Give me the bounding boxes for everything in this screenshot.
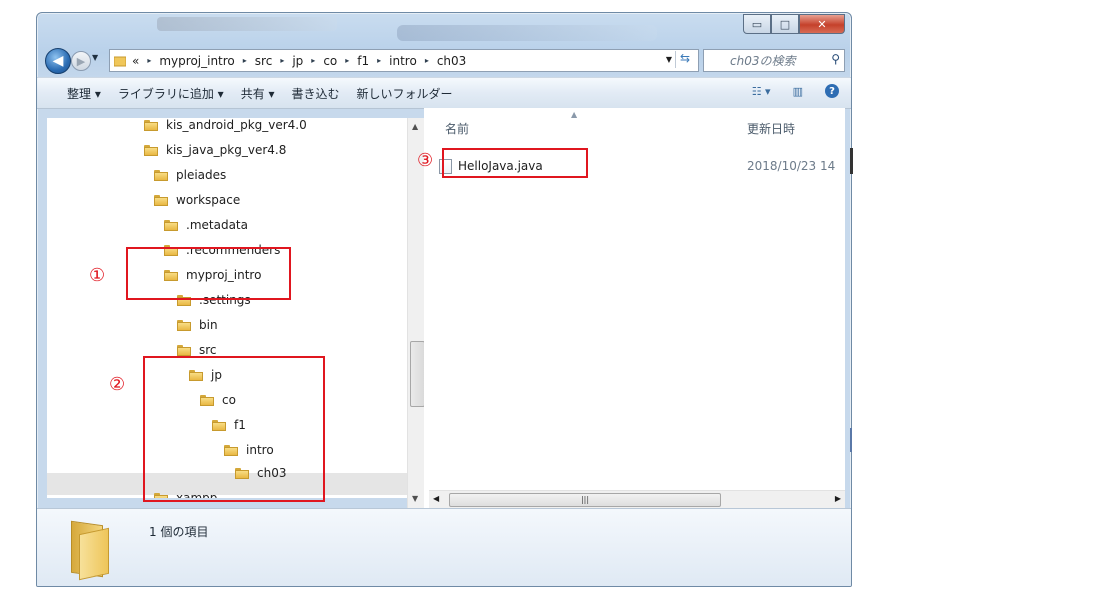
address-bar[interactable]: « ▸ myproj_intro ▸ src ▸ jp ▸ co ▸ f1 ▸ intro ▸ ch03 … [109, 49, 699, 72]
chevron-right-icon[interactable]: ▸ [345, 56, 349, 65]
breadcrumb-item[interactable]: intro [389, 54, 417, 68]
chevron-right-icon[interactable]: ▸ [311, 56, 315, 65]
breadcrumb-item[interactable]: src [255, 54, 273, 68]
arrow-right-icon: ▶ [76, 54, 86, 68]
tree-item-label: kis_android_pkg_ver4.0 [166, 118, 307, 132]
scroll-down-arrow[interactable]: ▼ [412, 494, 418, 503]
tree-item[interactable]: workspace [154, 189, 240, 211]
breadcrumb-item[interactable]: jp [292, 54, 303, 68]
breadcrumb-item[interactable]: myproj_intro [159, 54, 234, 68]
column-name-label: 名前 [445, 121, 470, 136]
tree-item-label: .metadata [186, 218, 248, 232]
column-modified-label: 更新日時 [747, 121, 796, 136]
tree-item[interactable]: kis_java_pkg_ver4.8 [144, 139, 286, 161]
sort-indicator-icon: ▲ [571, 110, 578, 119]
breadcrumb-item[interactable]: ch03 [437, 54, 466, 68]
item-count: 1 個の項目 [149, 525, 209, 539]
breadcrumb-item[interactable]: co [323, 54, 337, 68]
chevron-right-icon[interactable]: ▸ [147, 56, 151, 65]
column-header-name[interactable]: 名前 [445, 116, 469, 140]
scroll-up-arrow[interactable]: ▲ [412, 122, 418, 131]
chevron-right-icon[interactable]: ▸ [280, 56, 284, 65]
maximize-button[interactable]: □ [771, 14, 799, 34]
view-options-icon[interactable]: ☷ ▾ [752, 85, 771, 98]
tree-item-label: workspace [176, 193, 241, 207]
forward-button[interactable]: ▶ [71, 51, 91, 71]
hscroll-thumb[interactable]: ||| [449, 493, 721, 507]
large-folder-icon [71, 520, 109, 581]
folder-icon [144, 119, 158, 131]
tree-item-label: bin [199, 318, 218, 332]
help-icon[interactable]: ? [825, 84, 839, 98]
chevron-right-icon[interactable]: ▸ [377, 56, 381, 65]
title-blur-2 [397, 25, 657, 41]
annotation-mark-2: ② [109, 374, 126, 395]
scroll-thumb[interactable] [410, 341, 425, 407]
folder-icon [177, 319, 191, 331]
breadcrumb-overflow[interactable]: « [132, 54, 139, 68]
search-icon[interactable]: ⚲ [831, 52, 840, 66]
tree-item-label: kis_java_pkg_ver4.8 [166, 143, 287, 157]
chevron-right-icon[interactable]: ▸ [425, 56, 429, 65]
share-button[interactable]: 共有 ▾ [241, 85, 275, 102]
column-header-modified[interactable]: 更新日時 [747, 116, 795, 140]
minimize-button[interactable]: ▭ [743, 14, 771, 34]
search-input[interactable]: ch03の検索 ⚲ [703, 49, 845, 72]
add-to-library-button[interactable]: ライブラリに追加 ▾ [118, 85, 224, 102]
tree-item-label: src [199, 343, 217, 357]
folder-icon [144, 144, 158, 156]
refresh-icon[interactable]: ⇆ [675, 51, 694, 68]
command-bar: 整理 ▾ ライブラリに追加 ▾ 共有 ▾ 書き込む 新しいフォルダー ☷ ▾ ▥… [37, 77, 851, 109]
preview-pane-icon[interactable]: ▥ [793, 85, 803, 98]
tree-item[interactable]: kis_android_pkg_ver4.0 [144, 118, 307, 136]
search-placeholder: ch03の検索 [730, 54, 796, 68]
edge-artifact-2 [850, 428, 852, 452]
view-controls: ☷ ▾ ▥ ? [752, 84, 839, 98]
details-pane: 1 個の項目 [37, 508, 851, 586]
arrow-left-icon: ◀ [52, 53, 64, 69]
address-row: ◀ ▶ ▼ « ▸ myproj_intro ▸ src ▸ jp ▸ co ▸ f1 ▸ intro… [37, 47, 851, 74]
tree-item[interactable]: bin [177, 314, 218, 336]
recent-pages-dropdown[interactable]: ▼ [92, 53, 98, 62]
annotation-mark-3: ③ [417, 150, 434, 171]
burn-button[interactable]: 書き込む [292, 85, 340, 102]
chevron-right-icon[interactable]: ▸ [243, 56, 247, 65]
tree-item[interactable]: pleiades [154, 164, 226, 186]
annotation-box-2 [143, 356, 325, 502]
new-folder-button[interactable]: 新しいフォルダー [357, 85, 453, 102]
folder-icon [154, 194, 168, 206]
nav-scrollbar[interactable]: ▲ ▼ [407, 118, 425, 508]
back-button[interactable]: ◀ [45, 48, 71, 74]
tree-item[interactable]: .metadata [164, 214, 248, 236]
annotation-mark-1: ① [89, 265, 106, 286]
folder-icon [114, 56, 126, 66]
folder-icon [177, 344, 191, 356]
breadcrumb: « ▸ myproj_intro ▸ src ▸ jp ▸ co ▸ f1 ▸ intro ▸ ch03 [132, 54, 466, 68]
file-modified: 2018/10/23 14 [747, 159, 836, 173]
scroll-left-arrow[interactable]: ◀ [433, 494, 439, 503]
tree-item-label: pleiades [176, 168, 227, 182]
organize-button[interactable]: 整理 ▾ [67, 85, 101, 102]
title-bar[interactable]: ▭ □ ✕ [37, 13, 851, 43]
annotation-box-3 [442, 148, 588, 178]
folder-icon [164, 219, 178, 231]
address-dropdown[interactable]: ▼ [666, 55, 672, 64]
annotation-box-1 [126, 247, 291, 300]
folder-icon [154, 169, 168, 181]
title-blur [157, 17, 337, 31]
file-list-hscrollbar[interactable]: ◀ ||| ▶ [429, 490, 845, 508]
breadcrumb-item[interactable]: f1 [357, 54, 369, 68]
caption-buttons: ▭ □ ✕ [743, 14, 845, 34]
scroll-right-arrow[interactable]: ▶ [835, 494, 841, 503]
edge-artifact [850, 148, 853, 174]
close-button[interactable]: ✕ [799, 14, 845, 34]
